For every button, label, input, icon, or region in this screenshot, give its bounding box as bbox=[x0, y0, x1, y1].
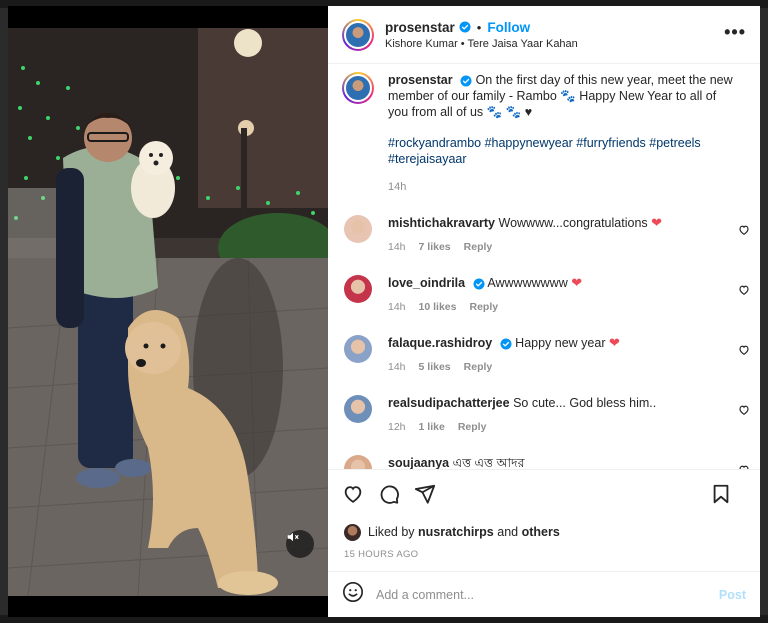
author-avatar[interactable] bbox=[342, 18, 374, 51]
post-details-panel: prosenstar • Follow Kishore Kumar • Tere… bbox=[328, 6, 760, 617]
comment-likes[interactable]: 7 likes bbox=[419, 239, 451, 255]
comment-likes[interactable]: 5 likes bbox=[419, 359, 451, 375]
comment-reply-button[interactable]: Reply bbox=[464, 359, 493, 375]
liked-by-prefix: Liked by bbox=[368, 525, 415, 539]
caption-author-avatar[interactable] bbox=[342, 72, 374, 104]
heart-icon[interactable] bbox=[342, 483, 366, 507]
add-comment-bar: Post bbox=[328, 571, 760, 617]
comment-like-heart-icon[interactable] bbox=[738, 283, 750, 295]
liked-by-and: and bbox=[497, 525, 519, 539]
comment-meta: 14h 7 likes Reply bbox=[388, 239, 718, 255]
comment-body: love_oindrila Awwwwwwww ❤ 14h 10 likes R… bbox=[388, 275, 718, 315]
comment-body: mishtichakravarty Wowwww...congratulatio… bbox=[388, 215, 718, 255]
commenter-avatar[interactable] bbox=[344, 455, 372, 469]
comment-body: soujaanya এত্ত এত্ত আদর bbox=[388, 455, 718, 469]
commenter-avatar[interactable] bbox=[344, 395, 372, 423]
header-text: prosenstar • Follow Kishore Kumar • Tere… bbox=[385, 20, 578, 50]
comment-likes[interactable]: 10 likes bbox=[419, 299, 457, 315]
share-icon[interactable] bbox=[414, 483, 438, 507]
author-username[interactable]: prosenstar bbox=[385, 20, 455, 35]
comment-text: So cute... God bless him.. bbox=[513, 396, 657, 410]
audio-track-link[interactable]: Kishore Kumar • Tere Jaisa Yaar Kahan bbox=[385, 38, 578, 50]
comment-row: realsudipachatterjee So cute... God bles… bbox=[342, 395, 749, 435]
comment-like-heart-icon[interactable] bbox=[738, 223, 750, 235]
comment-row: soujaanya এত্ত এত্ত আদর bbox=[342, 455, 749, 469]
comment-body: realsudipachatterjee So cute... God bles… bbox=[388, 395, 718, 435]
commenter-username[interactable]: realsudipachatterjee bbox=[388, 396, 510, 410]
comment-body: falaque.rashidroy Happy new year ❤ 14h 5… bbox=[388, 335, 718, 375]
liked-by-others[interactable]: others bbox=[522, 525, 560, 539]
comment-list: mishtichakravarty Wowwww...congratulatio… bbox=[342, 215, 749, 469]
comment-meta: 14h 5 likes Reply bbox=[388, 359, 718, 375]
caption-body: prosenstar On the first day of this new … bbox=[388, 72, 736, 195]
follow-button[interactable]: Follow bbox=[487, 20, 530, 35]
red-heart-emoji: ❤ bbox=[608, 335, 620, 350]
comment-age: 14h bbox=[388, 301, 406, 313]
verified-icon bbox=[473, 278, 485, 290]
mute-icon bbox=[287, 532, 299, 542]
action-bar bbox=[328, 469, 760, 519]
comment-text: এত্ত এত্ত আদর bbox=[452, 456, 525, 469]
comment-reply-button[interactable]: Reply bbox=[469, 299, 498, 315]
comment-reply-button[interactable]: Reply bbox=[464, 239, 493, 255]
comment-input[interactable] bbox=[376, 587, 676, 602]
liked-by-user[interactable]: nusratchirps bbox=[418, 525, 494, 539]
liked-by: Liked by nusratchirps and others bbox=[328, 519, 760, 545]
comment-text: Awwwwwwww bbox=[487, 276, 568, 290]
comment-like-heart-icon[interactable] bbox=[738, 403, 750, 415]
red-heart-emoji: ❤ bbox=[571, 275, 583, 290]
caption-username[interactable]: prosenstar bbox=[388, 73, 453, 87]
comment-row: mishtichakravarty Wowwww...congratulatio… bbox=[342, 215, 749, 255]
commenter-avatar[interactable] bbox=[344, 335, 372, 363]
comment-reply-button[interactable]: Reply bbox=[458, 419, 487, 435]
commenter-avatar[interactable] bbox=[344, 215, 372, 243]
post-header: prosenstar • Follow Kishore Kumar • Tere… bbox=[328, 6, 760, 64]
comment-text: Wowwww...congratulations bbox=[498, 216, 648, 230]
post-timestamp: 15 HOURS AGO bbox=[344, 549, 419, 560]
post-comment-button[interactable]: Post bbox=[719, 588, 746, 602]
separator-dot: • bbox=[476, 19, 482, 35]
verified-icon bbox=[459, 21, 471, 33]
post-media[interactable] bbox=[8, 6, 328, 617]
comment-age: 14h bbox=[388, 241, 406, 253]
caption-age: 14h bbox=[388, 181, 407, 193]
red-heart-emoji: ❤ bbox=[651, 215, 663, 230]
comment-age: 14h bbox=[388, 361, 406, 373]
emoji-icon[interactable] bbox=[342, 581, 364, 608]
comment-likes[interactable]: 1 like bbox=[419, 419, 445, 435]
commenter-avatar[interactable] bbox=[344, 275, 372, 303]
comment-like-heart-icon[interactable] bbox=[738, 343, 750, 355]
comment-row: falaque.rashidroy Happy new year ❤ 14h 5… bbox=[342, 335, 749, 375]
mute-button[interactable] bbox=[286, 530, 314, 558]
comment-row: love_oindrila Awwwwwwww ❤ 14h 10 likes R… bbox=[342, 275, 749, 315]
commenter-username[interactable]: love_oindrila bbox=[388, 276, 465, 290]
caption-hashtags[interactable]: #rockyandrambo #happynewyear #furryfrien… bbox=[388, 135, 736, 167]
verified-icon bbox=[460, 75, 472, 87]
liker-avatar[interactable] bbox=[344, 523, 361, 541]
bookmark-icon[interactable] bbox=[710, 483, 734, 507]
comment-meta: 14h 10 likes Reply bbox=[388, 299, 718, 315]
comment-text: Happy new year bbox=[515, 336, 606, 350]
more-icon[interactable]: ••• bbox=[724, 23, 746, 41]
comments-section[interactable]: prosenstar On the first day of this new … bbox=[328, 64, 760, 469]
reel-video-illustration bbox=[8, 28, 328, 596]
comment-icon[interactable] bbox=[378, 483, 402, 507]
commenter-username[interactable]: mishtichakravarty bbox=[388, 216, 495, 230]
comment-meta: 12h 1 like Reply bbox=[388, 419, 718, 435]
reel-video-frame[interactable] bbox=[8, 28, 328, 596]
commenter-username[interactable]: soujaanya bbox=[388, 456, 449, 469]
comment-age: 12h bbox=[388, 421, 406, 433]
verified-icon bbox=[500, 338, 512, 350]
caption: prosenstar On the first day of this new … bbox=[342, 72, 746, 195]
commenter-username[interactable]: falaque.rashidroy bbox=[388, 336, 492, 350]
